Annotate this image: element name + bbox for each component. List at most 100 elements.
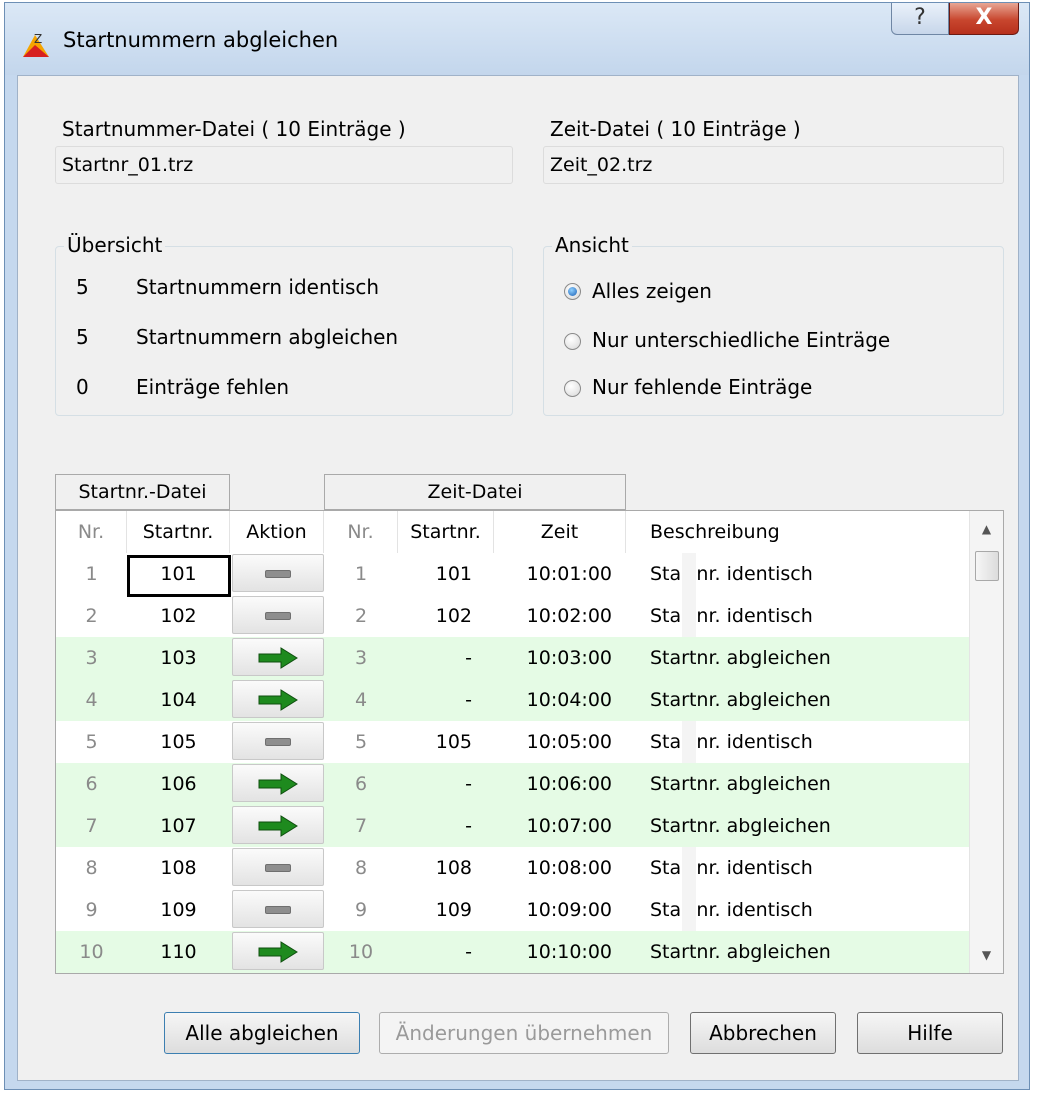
cell-nr: 6	[85, 773, 98, 795]
cell-nr: 1	[85, 563, 98, 585]
cell-zeit: 10:10:00	[526, 941, 612, 963]
cell-startnr2: -	[465, 941, 472, 963]
vertical-scrollbar[interactable]: ▲ ▼	[969, 511, 1003, 973]
close-button[interactable]: X	[949, 3, 1019, 35]
radio-button-icon[interactable]	[564, 283, 581, 300]
scroll-thumb[interactable]	[975, 551, 999, 581]
comparison-grid[interactable]: Nr. Startnr. Aktion Nr. Startnr. Zeit Be…	[55, 510, 1004, 974]
arrow-right-icon	[258, 941, 298, 963]
equal-dash-icon	[265, 570, 291, 578]
radio-button-icon[interactable]	[564, 380, 581, 397]
cell-startnr[interactable]: 107	[127, 805, 230, 847]
svg-text:Z: Z	[34, 32, 42, 46]
arrow-right-icon	[258, 647, 298, 669]
cell-nr: 8	[85, 857, 98, 879]
table-row[interactable]: 6 106 6 - 10:06:00 Startnr. abgleichen	[56, 763, 969, 805]
overview-count: 5	[76, 275, 89, 299]
cell-startnr[interactable]: 110	[127, 931, 230, 973]
apply-action-button[interactable]	[232, 806, 324, 844]
overview-text: Startnummern abgleichen	[136, 325, 399, 349]
col-header-nr[interactable]: Nr.	[56, 511, 127, 553]
alle-abgleichen-button[interactable]: Alle abgleichen	[164, 1012, 360, 1054]
app-logo-icon: Z	[23, 32, 49, 57]
aenderungen-uebernehmen-button[interactable]: Änderungen übernehmen	[379, 1012, 669, 1054]
equal-dash-icon	[265, 864, 291, 872]
cell-startnr[interactable]: 104	[127, 679, 230, 721]
overview-text: Einträge fehlen	[136, 375, 290, 399]
table-row[interactable]: 3 103 3 - 10:03:00 Startnr. abgleichen	[56, 637, 969, 679]
cell-separator	[682, 847, 696, 889]
equal-dash-icon	[265, 612, 291, 620]
radio-label[interactable]: Nur fehlende Einträge	[592, 375, 812, 399]
cell-zeit: 10:02:00	[526, 605, 612, 627]
table-row[interactable]: 9 109 9 109 10:09:00 Startnr. identisch	[56, 889, 969, 931]
col-header-startnr2[interactable]: Startnr.	[398, 511, 494, 553]
cell-nr: 3	[85, 647, 98, 669]
col-header-startnr[interactable]: Startnr.	[127, 511, 230, 553]
col-header-aktion[interactable]: Aktion	[230, 511, 324, 553]
cell-nr2: 3	[354, 647, 368, 669]
identical-action-button[interactable]	[232, 722, 324, 760]
table-row[interactable]: 10 110 10 - 10:10:00 Startnr. abgleichen	[56, 931, 969, 973]
col-header-zeit[interactable]: Zeit	[494, 511, 626, 553]
cell-startnr2: -	[465, 815, 472, 837]
cell-beschreibung: Startnr. abgleichen	[650, 941, 831, 963]
cell-zeit: 10:07:00	[526, 815, 612, 837]
apply-action-button[interactable]	[232, 764, 324, 802]
table-row[interactable]: 4 104 4 - 10:04:00 Startnr. abgleichen	[56, 679, 969, 721]
title-bar[interactable]: Z Startnummern abgleichen ? X	[5, 3, 1029, 75]
hilfe-button[interactable]: Hilfe	[857, 1012, 1003, 1054]
arrow-right-icon	[258, 773, 298, 795]
cell-separator	[682, 595, 696, 637]
col-header-nr2[interactable]: Nr.	[324, 511, 398, 553]
identical-action-button[interactable]	[232, 596, 324, 634]
table-row[interactable]: 5 105 5 105 10:05:00 Startnr. identisch	[56, 721, 969, 763]
identical-action-button[interactable]	[232, 554, 324, 592]
cell-startnr2: -	[465, 773, 472, 795]
cell-zeit: 10:08:00	[526, 857, 612, 879]
identical-action-button[interactable]	[232, 890, 324, 928]
cell-nr2: 6	[354, 773, 368, 795]
cell-zeit: 10:06:00	[526, 773, 612, 795]
cell-startnr[interactable]: 106	[127, 763, 230, 805]
cell-startnr[interactable]: 102	[127, 595, 230, 637]
cell-separator	[682, 889, 696, 931]
overview-title: Übersicht	[64, 233, 166, 257]
zeit-file-label: Zeit-Datei ( 10 Einträge )	[550, 117, 801, 141]
col-header-beschreibung[interactable]: Beschreibung	[626, 511, 969, 553]
overview-group: Übersicht 5 Startnummern identisch 5 Sta…	[55, 233, 513, 416]
arrow-right-icon	[258, 815, 298, 837]
overview-count: 5	[76, 325, 89, 349]
cell-zeit: 10:03:00	[526, 647, 612, 669]
scroll-up-arrow-icon[interactable]: ▲	[970, 515, 1003, 543]
arrow-right-icon	[258, 689, 298, 711]
cell-startnr[interactable]: 105	[127, 721, 230, 763]
table-row[interactable]: 8 108 8 108 10:08:00 Startnr. identisch	[56, 847, 969, 889]
cell-startnr[interactable]: 109	[127, 889, 230, 931]
radio-button-icon[interactable]	[564, 333, 581, 350]
cell-startnr[interactable]: 103	[127, 637, 230, 679]
startnr-file-label: Startnummer-Datei ( 10 Einträge )	[62, 117, 406, 141]
apply-action-button[interactable]	[232, 680, 324, 718]
table-row[interactable]: 7 107 7 - 10:07:00 Startnr. abgleichen	[56, 805, 969, 847]
cell-nr: 5	[85, 731, 98, 753]
radio-label[interactable]: Alles zeigen	[592, 279, 712, 303]
startnr-file-group-header: Startnr.-Datei	[55, 474, 230, 510]
table-row[interactable]: 2 102 2 102 10:02:00 Startnr. identisch	[56, 595, 969, 637]
cell-separator	[682, 553, 696, 595]
apply-action-button[interactable]	[232, 932, 324, 970]
radio-label[interactable]: Nur unterschiedliche Einträge	[592, 328, 890, 352]
cell-separator	[682, 721, 696, 763]
scroll-down-arrow-icon[interactable]: ▼	[970, 941, 1003, 969]
apply-action-button[interactable]	[232, 638, 324, 676]
abbrechen-button[interactable]: Abbrechen	[690, 1012, 836, 1054]
equal-dash-icon	[265, 738, 291, 746]
context-help-button[interactable]: ?	[891, 3, 949, 35]
zeit-file-field: Zeit_02.trz	[543, 146, 1004, 184]
cell-beschreibung: Startnr. abgleichen	[650, 773, 831, 795]
cell-beschreibung: Startnr. identisch	[650, 605, 813, 627]
cell-beschreibung: Startnr. abgleichen	[650, 647, 831, 669]
cell-nr2: 7	[354, 815, 368, 837]
cell-startnr[interactable]: 108	[127, 847, 230, 889]
identical-action-button[interactable]	[232, 848, 324, 886]
